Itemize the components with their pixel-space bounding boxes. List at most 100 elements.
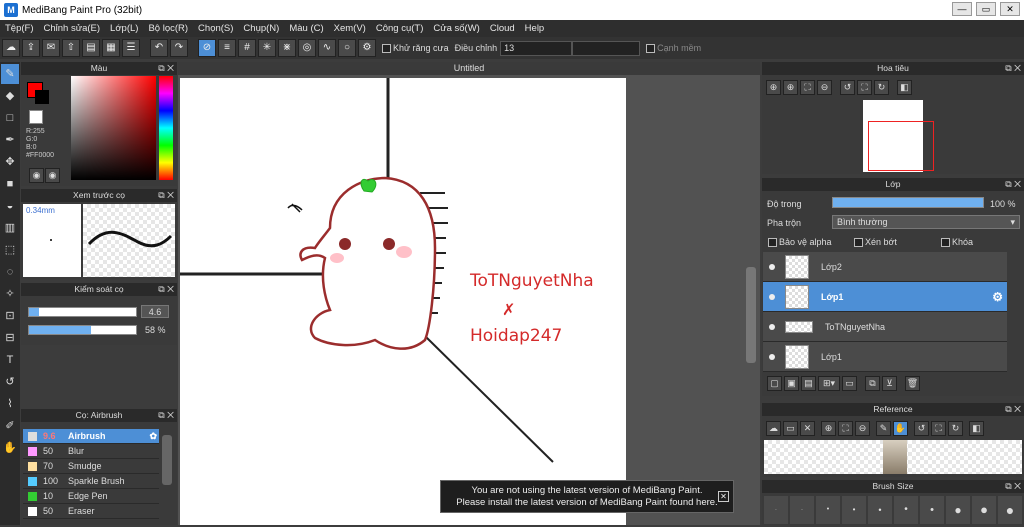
- brush-item[interactable]: 70 Smudge: [23, 459, 159, 474]
- hand-tool-icon[interactable]: ✋: [1, 438, 19, 458]
- dropper-icon[interactable]: ✎: [876, 421, 891, 436]
- hand-icon[interactable]: ✋: [893, 421, 908, 436]
- rectangle-tool-icon[interactable]: □: [1, 108, 19, 128]
- canvas-tab[interactable]: Untitled: [178, 62, 760, 75]
- settings-snap-icon[interactable]: ⚙: [358, 39, 376, 57]
- soft-edge-toggle[interactable]: Cạnh mềm: [646, 43, 701, 53]
- layer-row[interactable]: Lớp2: [763, 252, 1007, 282]
- eye-icon[interactable]: [769, 263, 775, 270]
- zoom-out-icon[interactable]: ⊖: [855, 421, 870, 436]
- layer-row[interactable]: ToTNguyetNha: [763, 312, 1007, 342]
- brush-settings-icon[interactable]: ✿: [149, 431, 157, 442]
- brush-size-cell[interactable]: ●: [946, 496, 970, 524]
- lasso-tool-icon[interactable]: ◌: [1, 262, 19, 282]
- brush-size-cell[interactable]: •: [894, 496, 918, 524]
- antialias-checkbox[interactable]: [382, 43, 391, 53]
- undo-icon[interactable]: ↶: [150, 39, 168, 57]
- hue-slider[interactable]: [159, 76, 173, 180]
- lock-checkbox[interactable]: [941, 237, 950, 247]
- update-notice[interactable]: You are not using the latest version of …: [440, 480, 734, 513]
- close-button[interactable]: ✕: [1000, 2, 1020, 16]
- maximize-button[interactable]: ▭: [976, 2, 996, 16]
- minimize-button[interactable]: —: [952, 2, 972, 16]
- zoom-in-icon[interactable]: ⊕: [766, 80, 781, 95]
- reset-icon[interactable]: ⛶: [857, 80, 872, 95]
- menu-select[interactable]: Chọn(S): [193, 23, 238, 34]
- brush-list-scrollbar[interactable]: [162, 435, 172, 485]
- brush-item[interactable]: 100 Sparkle Brush: [23, 474, 159, 489]
- ellipse-snap-icon[interactable]: ○: [338, 39, 356, 57]
- menu-tools[interactable]: Công cụ(T): [371, 23, 429, 34]
- menu-edit[interactable]: Chỉnh sửa(E): [39, 23, 106, 34]
- rotate-right-icon[interactable]: ↻: [948, 421, 963, 436]
- text-tool-icon[interactable]: T: [1, 350, 19, 370]
- menu-cloud[interactable]: Cloud: [485, 23, 520, 34]
- gradient-tool-icon[interactable]: ▥: [1, 218, 19, 238]
- circle-snap-icon[interactable]: ◎: [298, 39, 316, 57]
- trash-icon[interactable]: 🗑: [905, 376, 920, 391]
- magic-wand-tool-icon[interactable]: ✧: [1, 284, 19, 304]
- redo-icon[interactable]: ↷: [170, 39, 188, 57]
- layer-opacity-slider[interactable]: [832, 197, 984, 208]
- gear-icon[interactable]: ⚙: [992, 290, 1003, 304]
- brush-size-cell[interactable]: •: [920, 496, 944, 524]
- notice-close-icon[interactable]: ✕: [718, 491, 729, 502]
- layer-blend-select[interactable]: Bình thường ▾: [832, 215, 1020, 229]
- menu-capture[interactable]: Chụp(N): [238, 23, 284, 34]
- new-halftone-layer-icon[interactable]: ▣: [784, 376, 799, 391]
- fit-icon[interactable]: ⛶: [800, 80, 815, 95]
- menu-color[interactable]: Màu (C): [284, 23, 328, 34]
- brush-size-cell[interactable]: ●: [972, 496, 996, 524]
- snap-off-icon[interactable]: ⊘: [198, 39, 216, 57]
- close-reference-icon[interactable]: ✕: [800, 421, 815, 436]
- adjust-dropdown[interactable]: [572, 40, 641, 56]
- brush-size-cell[interactable]: ●: [998, 496, 1022, 524]
- brush-size-slider[interactable]: [28, 307, 137, 317]
- layer-row[interactable]: Lớp1 ⚙: [763, 282, 1007, 312]
- radial-snap-icon[interactable]: ✳: [258, 39, 276, 57]
- soft-edge-checkbox[interactable]: [646, 43, 656, 53]
- merge-icon[interactable]: ⊻: [882, 376, 897, 391]
- antialias-toggle[interactable]: Khử răng cưa: [382, 43, 449, 53]
- transparent-color-swatch[interactable]: [29, 110, 43, 124]
- select-pen-tool-icon[interactable]: ⊡: [1, 306, 19, 326]
- grid-document-icon[interactable]: ▦: [102, 39, 120, 57]
- dropper-tool-icon[interactable]: ⌇: [1, 394, 19, 414]
- secondary-color-swatch[interactable]: [35, 90, 49, 104]
- protect-alpha-toggle[interactable]: Bảo vệ alpha: [768, 237, 832, 247]
- flip-icon[interactable]: ◧: [969, 421, 984, 436]
- bucket-tool-icon[interactable]: ◒: [1, 196, 19, 216]
- fill-rect-tool-icon[interactable]: ■: [1, 174, 19, 194]
- menu-layer[interactable]: Lớp(L): [105, 23, 143, 34]
- rotate-left-icon[interactable]: ↺: [914, 421, 929, 436]
- color-field[interactable]: [71, 76, 156, 180]
- menu-window[interactable]: Cửa số(W): [428, 23, 484, 34]
- select-eraser-tool-icon[interactable]: ⊟: [1, 328, 19, 348]
- navigator-thumbnail[interactable]: [863, 100, 934, 172]
- brush-size-cell[interactable]: •: [816, 496, 840, 524]
- clipping-checkbox[interactable]: [854, 237, 863, 247]
- menu-filter[interactable]: Bộ lọc(R): [143, 23, 193, 34]
- brush-item[interactable]: 10 Edge Pen: [23, 489, 159, 504]
- canvas-scrollbar[interactable]: [746, 267, 756, 363]
- reference-image-area[interactable]: [764, 440, 1022, 474]
- brush-size-cell[interactable]: ·: [790, 496, 814, 524]
- color-picker-icon[interactable]: ◉: [45, 168, 60, 183]
- brush-opacity-slider[interactable]: [28, 325, 137, 335]
- select-tool-icon[interactable]: ⬚: [1, 240, 19, 260]
- color-add-icon[interactable]: ◉: [29, 168, 44, 183]
- eyedropper-tool-icon[interactable]: ✐: [1, 416, 19, 436]
- add-layer-menu-icon[interactable]: ⊞▾: [818, 376, 840, 391]
- clipping-toggle[interactable]: Xén bớt: [854, 237, 897, 247]
- brush-item[interactable]: 50 Blur: [23, 444, 159, 459]
- pen-tool-icon[interactable]: ✒: [1, 130, 19, 150]
- grid-snap-icon[interactable]: #: [238, 39, 256, 57]
- layer-row[interactable]: Lớp1: [763, 342, 1007, 372]
- new-layer-icon[interactable]: ▢: [767, 376, 782, 391]
- eraser-tool-icon[interactable]: ◆: [1, 86, 19, 106]
- reset-icon[interactable]: ⛶: [931, 421, 946, 436]
- parallel-snap-icon[interactable]: ≡: [218, 39, 236, 57]
- brush-size-cell[interactable]: •: [868, 496, 892, 524]
- document-icon[interactable]: ▤: [82, 39, 100, 57]
- menu-help[interactable]: Help: [520, 23, 550, 34]
